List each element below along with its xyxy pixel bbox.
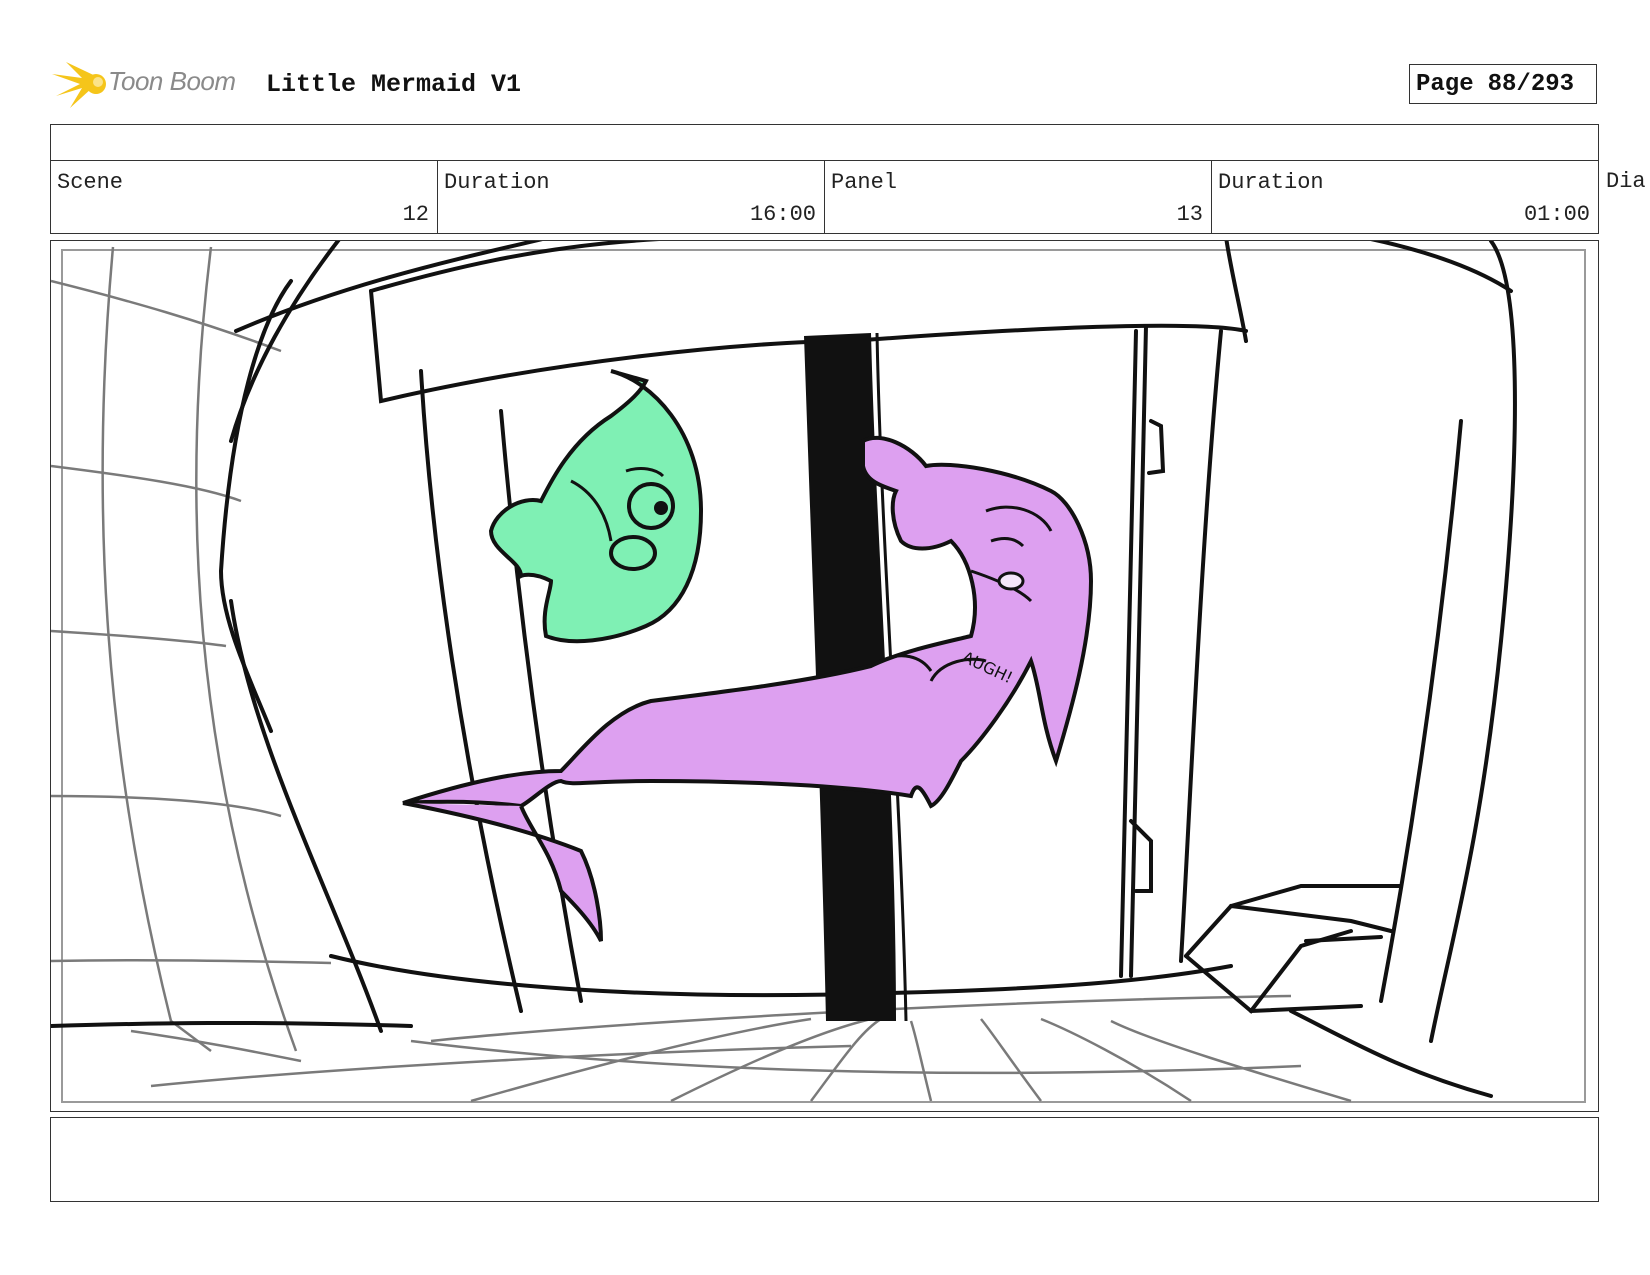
- starburst-icon: [52, 62, 106, 108]
- dialogue-box: [50, 1117, 1599, 1202]
- scene-duration-cell: Duration 16:00: [437, 160, 825, 234]
- scene-duration-value: 16:00: [749, 202, 816, 227]
- page-number: 88/293: [1487, 70, 1575, 98]
- fish-sketch: [488, 369, 704, 644]
- storyboard-panel: AUGH!: [50, 240, 1599, 1112]
- scene-cell: Scene 12: [50, 160, 438, 234]
- info-row: Scene 12 Duration 16:00 Panel 13 Duratio…: [50, 160, 1599, 234]
- scene-value: 12: [402, 202, 429, 227]
- header-blank-row: [50, 124, 1599, 161]
- logo-wordmark: Toon Boom: [108, 66, 236, 96]
- page-indicator: Page 88/293: [1409, 64, 1597, 104]
- panel-duration-cell: Duration 01:00: [1211, 160, 1599, 234]
- toon-boom-logo: Toon Boom: [52, 58, 254, 110]
- scene-label: Scene: [57, 170, 124, 195]
- panel-sketch: AUGH!: [51, 241, 1517, 1103]
- panel-value: 13: [1176, 202, 1203, 227]
- panel-label: Panel: [831, 170, 898, 195]
- panel-cell: Panel 13: [824, 160, 1212, 234]
- page-label: Page: [1416, 70, 1474, 98]
- project-title: Little Mermaid V1: [266, 70, 522, 99]
- panel-duration-value: 01:00: [1523, 202, 1590, 227]
- scene-duration-label: Duration: [444, 170, 550, 195]
- panel-duration-label: Duration: [1218, 170, 1324, 195]
- dialogue-label: Dia: [1606, 169, 1646, 194]
